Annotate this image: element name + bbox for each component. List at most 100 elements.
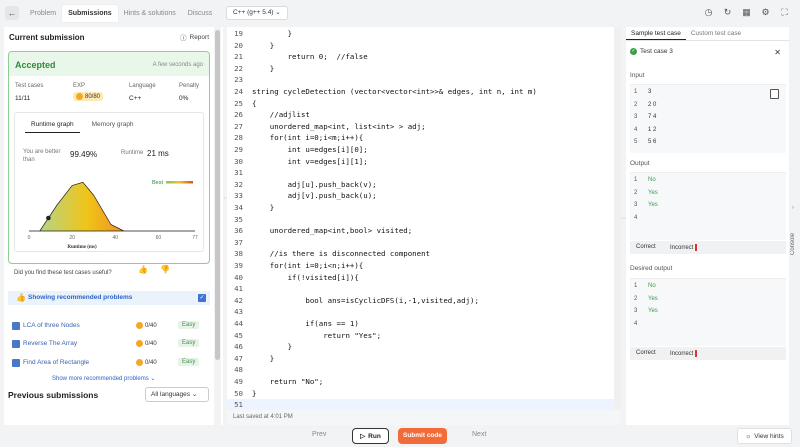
code-line[interactable]: 26 //adjlist xyxy=(227,109,620,121)
code-text: } xyxy=(252,63,275,73)
prev-button[interactable]: Prev xyxy=(312,431,326,438)
code-line[interactable]: 33 adj[v].push_back(u); xyxy=(227,190,620,202)
code-line[interactable]: 49 return "No"; xyxy=(227,376,620,388)
code-line[interactable]: 30 int v=edges[i][1]; xyxy=(227,156,620,168)
language-select[interactable]: C++ (g++ 5.4) ⌄ xyxy=(226,6,288,20)
editor-scrollbar[interactable] xyxy=(614,27,621,410)
tab-custom-test-case[interactable]: Custom test case xyxy=(686,27,746,40)
fullscreen-icon[interactable]: ⛶ xyxy=(779,7,790,18)
tab-problem[interactable]: Problem xyxy=(24,5,62,22)
exp-badge: 0/40 xyxy=(136,359,157,366)
thumbs-down-icon[interactable]: 👎 xyxy=(159,264,171,276)
code-line[interactable]: 37 xyxy=(227,237,620,249)
stat-value: 0% xyxy=(179,95,189,102)
desired-output-label: Desired output xyxy=(630,265,673,272)
code-line[interactable]: 20 } xyxy=(227,40,620,52)
problem-tabs: Problem Submissions Hints & solutions Di… xyxy=(24,5,218,22)
io-line: 4 xyxy=(630,319,786,332)
desired-legend: Correct Incorrect xyxy=(630,347,786,360)
line-number: 34 xyxy=(234,203,243,212)
problem-icon xyxy=(12,322,20,330)
code-line[interactable]: 27 unordered_map<int, list<int> > adj; xyxy=(227,121,620,133)
code-line[interactable]: 23 xyxy=(227,74,620,86)
code-line[interactable]: 43 xyxy=(227,306,620,318)
code-line[interactable]: 38 //is there is disconnected component xyxy=(227,248,620,260)
view-hints-button[interactable]: ☼ View hints xyxy=(737,428,792,444)
code-line[interactable]: 24 string cycleDetection (vector<vector<i… xyxy=(227,86,620,98)
io-value: No xyxy=(648,177,656,183)
code-line[interactable]: 19 } xyxy=(227,28,620,40)
code-line[interactable]: 36 unordered_map<int,bool> visited; xyxy=(227,225,620,237)
code-line[interactable]: 28 for(int i=0;i<m;i++){ xyxy=(227,132,620,144)
test-case-panel: Sample test case Custom test case ✓ Test… xyxy=(626,27,789,425)
chevron-right-icon[interactable]: › xyxy=(792,205,794,211)
best-legend-label: Best xyxy=(152,180,163,186)
language-filter-select[interactable]: All languages ⌄ xyxy=(145,387,209,402)
line-number: 51 xyxy=(234,400,243,410)
code-line[interactable]: 48 xyxy=(227,364,620,376)
feedback-question: Did you find these test cases useful? xyxy=(14,270,112,276)
show-more-label: Show more recommended problems xyxy=(52,376,149,382)
coin-icon xyxy=(136,322,143,329)
code-line[interactable]: 21 return 0; //false xyxy=(227,51,620,63)
code-line[interactable]: 22 } xyxy=(227,63,620,75)
line-number: 47 xyxy=(234,353,243,363)
code-line[interactable]: 51 xyxy=(227,399,620,410)
back-arrow-icon[interactable]: ← xyxy=(5,6,19,20)
input-box[interactable]: 1322 037 441 255 6 xyxy=(630,84,786,153)
x-tick-label: 77 xyxy=(192,235,198,241)
list-item[interactable]: Reverse The Array 0/40 Easy xyxy=(8,337,208,351)
tab-hints-solutions[interactable]: Hints & solutions xyxy=(118,5,182,22)
io-value: 7 4 xyxy=(648,114,657,120)
code-line[interactable]: 25 { xyxy=(227,98,620,110)
left-panel-scrollbar[interactable] xyxy=(214,27,221,425)
code-line[interactable]: 46 } xyxy=(227,341,620,353)
recommended-toggle-checkbox[interactable]: ✓ xyxy=(198,294,206,302)
list-item[interactable]: LCA of three Nodes 0/40 Easy xyxy=(8,319,208,333)
tab-submissions[interactable]: Submissions xyxy=(62,5,118,22)
code-line[interactable]: 40 if(!visited[i]){ xyxy=(227,272,620,284)
io-line: 3 7 4 xyxy=(630,112,786,125)
submit-code-button[interactable]: Submit code xyxy=(398,428,447,444)
recommended-header[interactable]: 👍 Showing recommended problems ✓ xyxy=(8,291,210,305)
io-line: 4 xyxy=(630,213,786,226)
code-editor[interactable]: 19 } 20 } 21 return 0; //false 22 } 23 24 stri… xyxy=(227,27,620,410)
console-toggle[interactable]: Console xyxy=(790,215,800,255)
code-line[interactable]: 42 bool ans=isCyclicDFS(i,-1,visited,adj… xyxy=(227,295,620,307)
next-button[interactable]: Next xyxy=(472,431,486,438)
code-line[interactable]: 47 } xyxy=(227,353,620,365)
code-text: for(int i=0;i<m;i++){ xyxy=(252,133,364,143)
list-item[interactable]: Find Area of Rectangle 0/40 Easy xyxy=(8,356,208,370)
tab-discuss[interactable]: Discuss xyxy=(182,5,219,22)
run-button[interactable]: ▷ Run xyxy=(352,428,389,444)
code-line[interactable]: 32 adj[u].push_back(v); xyxy=(227,179,620,191)
tab-runtime-graph[interactable]: Runtime graph xyxy=(25,119,80,133)
timer-icon[interactable]: ◷ xyxy=(703,7,714,18)
tab-memory-graph[interactable]: Memory graph xyxy=(86,119,140,133)
code-line[interactable]: 29 int u=edges[i][0]; xyxy=(227,144,620,156)
code-line[interactable]: 35 xyxy=(227,214,620,226)
stat-label: Penalty xyxy=(179,83,200,89)
code-text: int v=edges[i][1]; xyxy=(252,156,368,166)
x-tick-label: 0 xyxy=(28,235,31,241)
code-line[interactable]: 41 xyxy=(227,283,620,295)
code-line[interactable]: 44 if(ans == 1) xyxy=(227,318,620,330)
problem-name: Find Area of Rectangle xyxy=(23,359,90,366)
incorrect-legend: Incorrect xyxy=(670,350,698,357)
code-line[interactable]: 45 return "Yes"; xyxy=(227,330,620,342)
code-line[interactable]: 34 } xyxy=(227,202,620,214)
show-more-recommended-link[interactable]: Show more recommended problems ⌄ xyxy=(52,375,155,382)
incorrect-legend: Incorrect xyxy=(670,244,698,251)
scrollbar-thumb[interactable] xyxy=(215,30,220,360)
close-icon[interactable]: ✕ xyxy=(774,48,781,57)
code-line[interactable]: 50} xyxy=(227,388,620,400)
code-line[interactable]: 31 xyxy=(227,167,620,179)
io-line: 2 Yes xyxy=(630,188,786,201)
refresh-icon[interactable]: ↻ xyxy=(722,7,733,18)
layout-icon[interactable]: ▦ xyxy=(741,7,752,18)
tab-sample-test-case[interactable]: Sample test case xyxy=(626,27,686,40)
report-button[interactable]: ⓘ Report xyxy=(180,32,209,43)
code-line[interactable]: 39 for(int i=0;i<n;i++){ xyxy=(227,260,620,272)
thumbs-up-icon[interactable]: 👍 xyxy=(137,264,149,276)
settings-gear-icon[interactable]: ⚙ xyxy=(760,7,771,18)
